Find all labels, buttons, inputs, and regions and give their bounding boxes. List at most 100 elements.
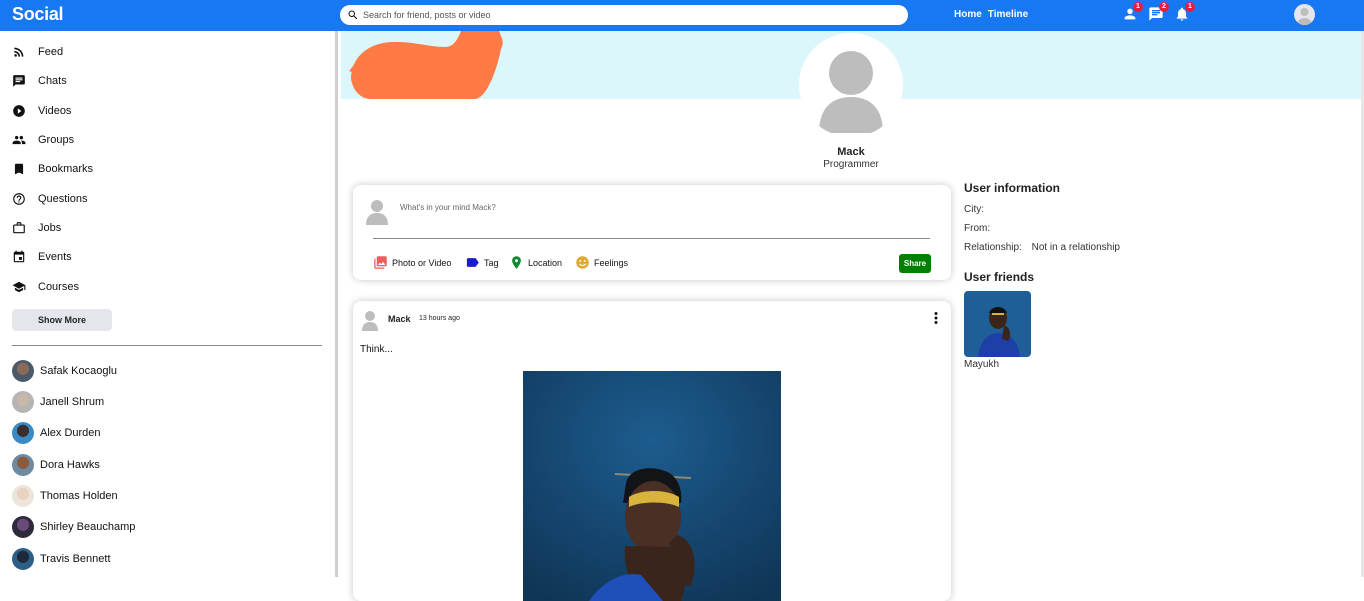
- friend-requests-badge: 1: [1133, 2, 1143, 12]
- sidebar-item-groups[interactable]: Groups: [12, 130, 74, 150]
- info-row-city: City:: [964, 204, 1354, 217]
- profile-main: Mack Programmer Photo or Video Tag Locat…: [341, 31, 1361, 601]
- bookmark-icon: [14, 163, 24, 175]
- share-option-label: Location: [528, 257, 563, 268]
- info-value: Not in a relationship: [1031, 242, 1120, 253]
- share-option-location[interactable]: Location: [509, 255, 562, 270]
- info-row-from: From:: [964, 223, 1354, 236]
- post-text: Think...: [360, 344, 393, 355]
- sidebar-item-chats[interactable]: Chats: [12, 71, 67, 91]
- friend-photo-illustration: [964, 291, 1031, 357]
- label-icon: [466, 258, 479, 267]
- sidebar-item-jobs[interactable]: Jobs: [12, 218, 61, 238]
- friend-avatar: [12, 360, 34, 382]
- sidebar-item-bookmarks[interactable]: Bookmarks: [12, 159, 93, 179]
- messages-badge: 2: [1159, 2, 1169, 12]
- show-more-button[interactable]: Show More: [12, 309, 112, 331]
- sidebar-item-label: Events: [38, 251, 72, 263]
- cover-animal-illustration: [349, 31, 503, 99]
- post-photo-illustration: [523, 371, 781, 601]
- sidebar-item-events[interactable]: Events: [12, 247, 72, 267]
- friend-list-item[interactable]: Alex Durden: [12, 422, 101, 444]
- friend-name: Janell Shrum: [40, 396, 105, 408]
- notifications-button[interactable]: 1: [1174, 2, 1195, 22]
- sidebar-item-label: Courses: [38, 281, 79, 293]
- photo-library-icon: [374, 256, 387, 269]
- info-label: City:: [964, 204, 984, 215]
- share-button[interactable]: Share: [899, 254, 931, 273]
- friend-avatar: [12, 548, 34, 570]
- rss-icon: [14, 47, 24, 57]
- chat-icon: [13, 75, 25, 87]
- more-vert-icon[interactable]: [930, 311, 942, 325]
- share-option-label: Feelings: [594, 257, 629, 268]
- play-circle-icon: [13, 105, 25, 117]
- post-card: Mack 13 hours ago Think...: [353, 301, 951, 601]
- friend-list-item[interactable]: Dora Hawks: [12, 454, 100, 476]
- sidebar-item-feed[interactable]: Feed: [12, 42, 63, 62]
- share-option-tag[interactable]: Tag: [465, 255, 499, 270]
- friend-list-item[interactable]: Janell Shrum: [12, 391, 104, 413]
- search-input[interactable]: [363, 10, 883, 20]
- school-icon: [12, 281, 26, 293]
- friend-list-item[interactable]: Thomas Holden: [12, 485, 118, 507]
- calendar-icon: [13, 250, 25, 263]
- default-avatar-icon: [366, 200, 388, 225]
- friend-list-item[interactable]: Safak Kocaoglu: [12, 360, 117, 382]
- top-navbar: Social Home Timeline 1 2 1: [0, 0, 1364, 31]
- messages-button[interactable]: 2: [1148, 2, 1169, 22]
- sidebar-item-questions[interactable]: Questions: [12, 189, 88, 209]
- info-label: Relationship:: [964, 242, 1022, 253]
- sidebar-item-label: Jobs: [38, 222, 62, 234]
- profile-name: Mack: [837, 146, 865, 158]
- share-divider: [373, 238, 930, 239]
- search-icon: [348, 10, 358, 20]
- sidebar-item-label: Questions: [38, 193, 88, 205]
- info-label: From:: [964, 223, 991, 234]
- group-icon: [12, 135, 26, 145]
- emoji-icon: [576, 256, 589, 269]
- location-pin-icon: [512, 256, 521, 269]
- app-logo[interactable]: Social: [12, 4, 64, 25]
- share-option-photo[interactable]: Photo or Video: [373, 255, 451, 270]
- friend-avatar: [12, 422, 34, 444]
- profile-picture[interactable]: [799, 33, 903, 137]
- friend-name: Safak Kocaoglu: [40, 365, 118, 377]
- friend-avatar: [12, 485, 34, 507]
- sidebar-item-courses[interactable]: Courses: [12, 277, 79, 297]
- home-link[interactable]: Home: [954, 9, 982, 20]
- post-timestamp: 13 hours ago: [419, 315, 460, 322]
- friend-list-item[interactable]: Shirley Beauchamp: [12, 516, 135, 538]
- timeline-link[interactable]: Timeline: [988, 9, 1028, 20]
- friend-list-item[interactable]: Travis Bennett: [12, 548, 111, 570]
- friend-name: Alex Durden: [40, 427, 101, 439]
- sidebar-item-label: Feed: [38, 46, 64, 58]
- sidebar-item-videos[interactable]: Videos: [12, 101, 71, 121]
- friend-name: Shirley Beauchamp: [40, 521, 136, 533]
- post-username[interactable]: Mack: [388, 314, 411, 324]
- user-avatar[interactable]: [1294, 4, 1315, 25]
- friend-avatar: [12, 391, 34, 413]
- search-bar[interactable]: [340, 5, 908, 25]
- sidebar-divider: [12, 345, 322, 346]
- left-sidebar: Feed Chats Videos Groups Bookmarks Quest…: [0, 31, 338, 577]
- default-avatar-icon: [819, 51, 883, 133]
- user-friends-title: User friends: [964, 270, 1035, 284]
- briefcase-icon: [13, 222, 25, 234]
- share-option-feelings[interactable]: Feelings: [575, 255, 628, 270]
- friend-photo-name[interactable]: Mayukh: [964, 359, 1354, 370]
- friend-name: Travis Bennett: [40, 553, 111, 565]
- default-avatar-icon: [1297, 8, 1312, 25]
- share-input[interactable]: [400, 203, 900, 212]
- friend-requests-button[interactable]: 1: [1122, 2, 1143, 22]
- friend-photo[interactable]: [964, 291, 1031, 357]
- profile-description: Programmer: [823, 159, 879, 170]
- share-post-card: Photo or Video Tag Location Feelings Sha…: [353, 185, 951, 280]
- friend-name: Thomas Holden: [40, 490, 118, 502]
- sidebar-item-label: Groups: [38, 134, 75, 146]
- sidebar-item-label: Chats: [38, 75, 67, 87]
- share-option-label: Tag: [484, 257, 499, 268]
- default-avatar-icon: [362, 311, 378, 331]
- post-image: [523, 371, 781, 601]
- share-option-label: Photo or Video: [392, 257, 452, 268]
